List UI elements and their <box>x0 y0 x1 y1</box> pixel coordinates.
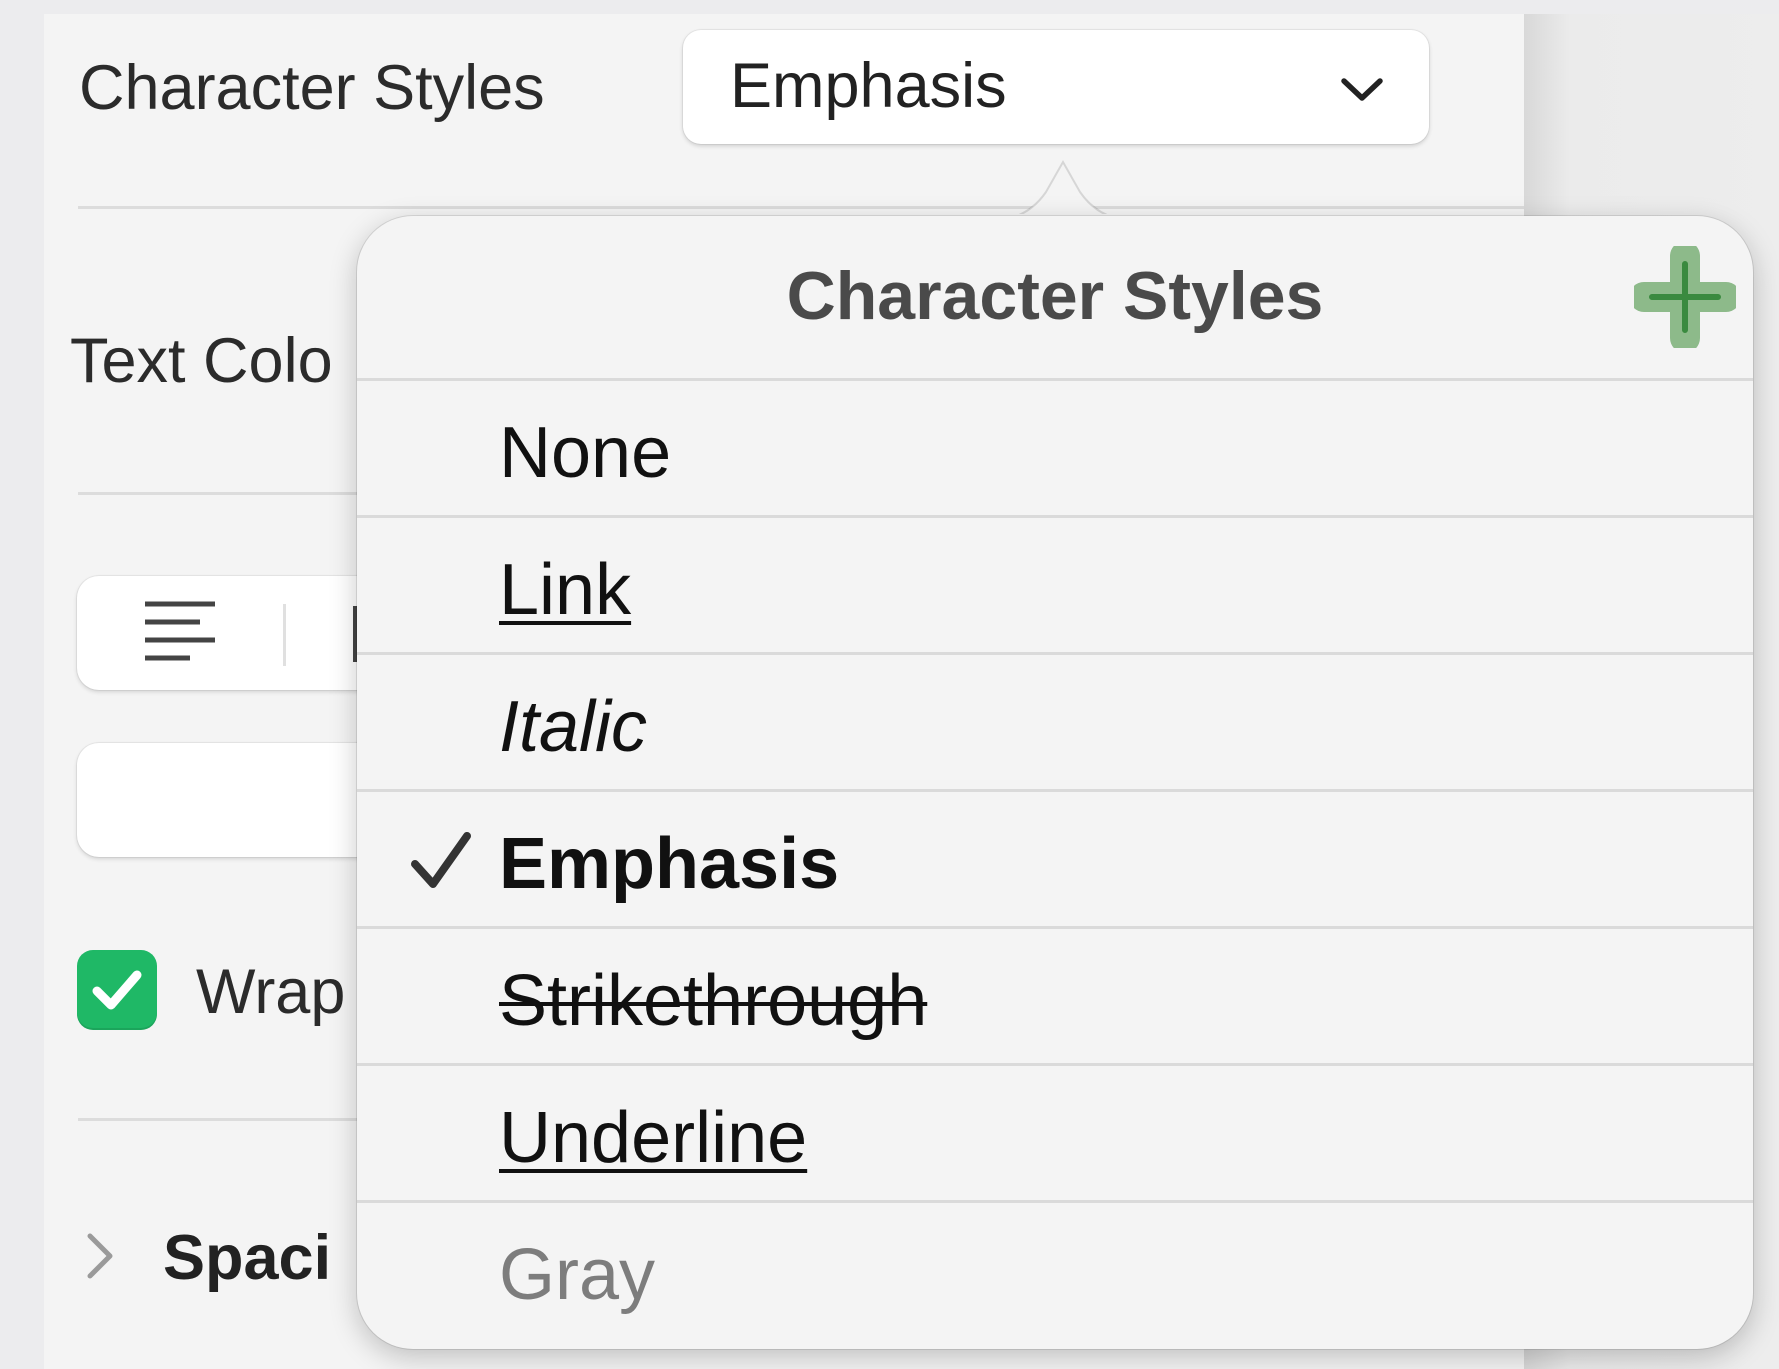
list-item-strikethrough[interactable]: Strikethrough <box>357 926 1753 1063</box>
character-styles-popup-button[interactable]: Emphasis <box>683 30 1429 144</box>
style-label: Italic <box>499 687 648 767</box>
chevron-right-icon[interactable] <box>83 1230 117 1282</box>
plus-icon[interactable] <box>1634 246 1736 348</box>
style-label: Underline <box>499 1098 808 1178</box>
popover-arrow <box>998 159 1128 220</box>
section-divider <box>78 206 1524 209</box>
window-top-strip <box>0 0 1779 14</box>
list-item-emphasis[interactable]: Emphasis <box>357 789 1753 926</box>
style-label: None <box>499 413 672 493</box>
checkmark-icon <box>411 832 471 888</box>
list-item-underline[interactable]: Underline <box>357 1063 1753 1200</box>
style-label: Emphasis <box>499 824 840 904</box>
list-item-none[interactable]: None <box>357 378 1753 515</box>
character-styles-value: Emphasis <box>730 51 1007 121</box>
character-styles-list: None Link Italic Emphasis Strikethrough … <box>357 378 1753 1337</box>
checkmark-icon <box>92 970 142 1010</box>
style-label: Link <box>499 550 632 630</box>
chevron-down-icon <box>1341 78 1383 101</box>
character-styles-popover: Character Styles None Link Italic Emphas… <box>357 216 1753 1349</box>
align-left-icon[interactable] <box>142 599 218 665</box>
list-item-link[interactable]: Link <box>357 515 1753 652</box>
style-label: Strikethrough <box>499 961 928 1041</box>
popover-title: Character Styles <box>786 258 1324 334</box>
style-label: Gray <box>499 1235 656 1315</box>
wrap-checkbox[interactable] <box>77 950 157 1030</box>
list-item-gray[interactable]: Gray <box>357 1200 1753 1337</box>
spacing-section-header[interactable]: Spaci <box>163 1222 331 1294</box>
text-color-label: Text Colo <box>70 326 333 396</box>
list-item-italic[interactable]: Italic <box>357 652 1753 789</box>
wrap-label: Wrap <box>196 957 346 1027</box>
character-styles-label: Character Styles <box>79 53 545 123</box>
segment-separator <box>283 604 286 666</box>
